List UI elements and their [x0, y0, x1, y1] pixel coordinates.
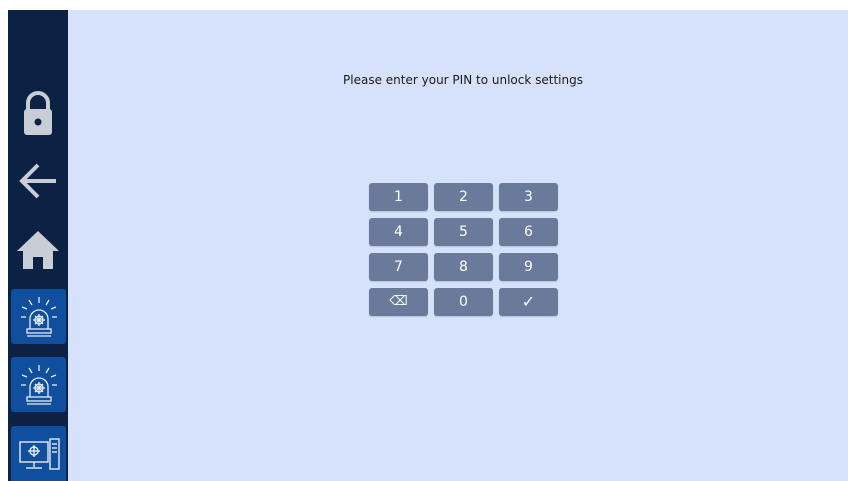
back-button[interactable] [8, 160, 68, 202]
key-8[interactable]: 8 [434, 253, 493, 281]
home-button[interactable] [8, 228, 68, 272]
key-5[interactable]: 5 [434, 218, 493, 246]
key-6[interactable]: 6 [499, 218, 558, 246]
key-2[interactable]: 2 [434, 183, 493, 211]
alarm-button-2[interactable] [11, 357, 66, 412]
key-9[interactable]: 9 [499, 253, 558, 281]
computer-button[interactable] [11, 426, 66, 481]
siren-icon [20, 364, 57, 405]
sidebar [8, 10, 68, 481]
key-7[interactable]: 7 [369, 253, 428, 281]
lock-icon [24, 91, 52, 135]
computer-icon [18, 437, 60, 470]
pin-keypad: 1 2 3 4 5 6 7 8 9 ⌫ 0 ✓ [369, 183, 559, 316]
unlock-screen: Please enter your PIN to unlock settings… [8, 10, 848, 481]
key-4[interactable]: 4 [369, 218, 428, 246]
backspace-key[interactable]: ⌫ [369, 288, 428, 316]
key-1[interactable]: 1 [369, 183, 428, 211]
home-icon [17, 231, 59, 269]
key-3[interactable]: 3 [499, 183, 558, 211]
arrow-left-icon [19, 163, 56, 199]
alarm-button-1[interactable] [11, 289, 66, 344]
confirm-key[interactable]: ✓ [499, 288, 558, 316]
lock-button[interactable] [8, 88, 68, 138]
main-panel: Please enter your PIN to unlock settings… [68, 10, 848, 481]
siren-icon [20, 296, 57, 337]
key-0[interactable]: 0 [434, 288, 493, 316]
pin-prompt: Please enter your PIN to unlock settings [343, 73, 583, 87]
